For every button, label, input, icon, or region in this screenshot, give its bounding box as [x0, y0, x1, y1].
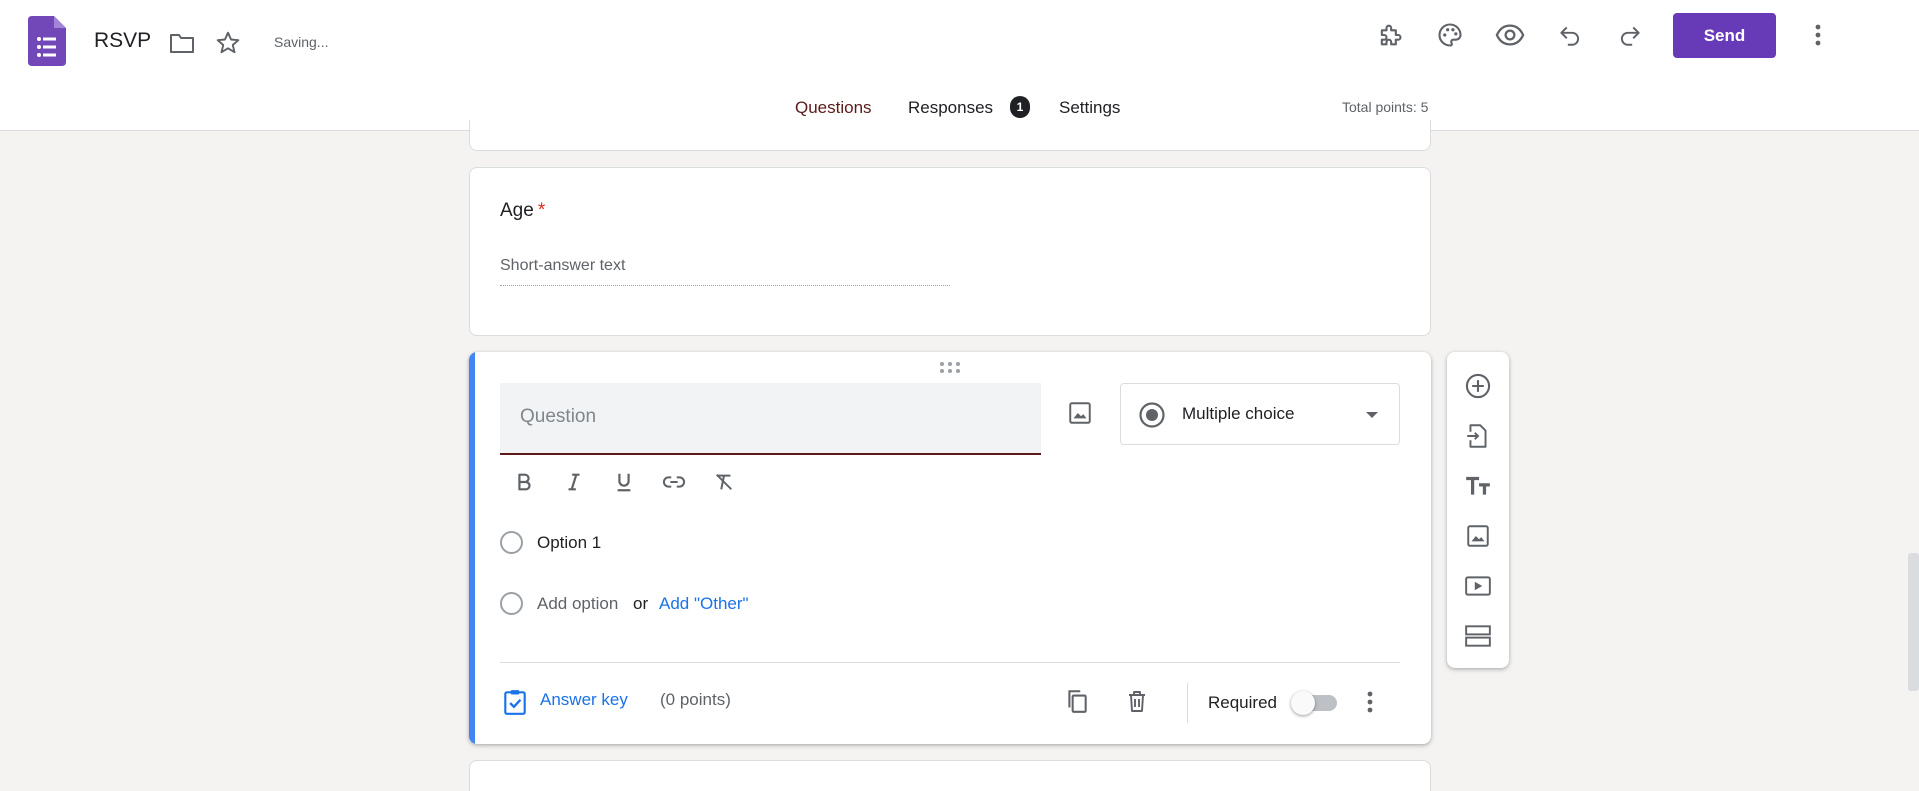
save-status: Saving... — [274, 34, 329, 50]
radio-button-checked-icon — [1139, 402, 1165, 428]
required-toggle[interactable] — [1291, 691, 1337, 715]
addons-puzzle-icon[interactable] — [1375, 20, 1405, 50]
italic-icon[interactable] — [559, 467, 589, 497]
add-other-link[interactable]: Add "Other" — [659, 594, 749, 614]
underline-icon[interactable] — [609, 467, 639, 497]
delete-icon[interactable] — [1122, 686, 1152, 716]
short-answer-placeholder: Short-answer text — [500, 257, 950, 286]
add-video-icon[interactable] — [1459, 567, 1497, 605]
footer-vertical-divider — [1187, 683, 1188, 723]
folder-icon[interactable] — [168, 30, 196, 56]
drag-handle-icon[interactable] — [937, 361, 963, 375]
toggle-thumb — [1291, 691, 1315, 715]
forms-logo-icon[interactable] — [28, 16, 66, 66]
side-toolbar — [1447, 352, 1509, 668]
bold-icon[interactable] — [509, 467, 539, 497]
dropdown-arrow-icon — [1366, 412, 1378, 418]
add-option-radio — [500, 592, 523, 615]
form-title[interactable]: RSVP — [94, 29, 151, 53]
active-card-accent — [469, 352, 475, 744]
link-icon[interactable] — [659, 467, 689, 497]
send-button[interactable]: Send — [1673, 13, 1776, 58]
undo-icon[interactable] — [1555, 20, 1585, 50]
add-option-link[interactable]: Add option — [537, 594, 618, 614]
required-label: Required — [1208, 693, 1277, 712]
question-card-previous[interactable] — [469, 120, 1431, 151]
answer-key-link[interactable]: Answer key — [540, 690, 628, 710]
answer-key-icon[interactable] — [500, 687, 530, 717]
responses-count-badge: 1 — [1010, 96, 1030, 118]
question-title-age: Age * — [500, 200, 546, 221]
question-card-next[interactable] — [469, 760, 1431, 791]
duplicate-icon[interactable] — [1062, 686, 1092, 716]
question-type-label: Multiple choice — [1182, 404, 1295, 423]
add-title-icon[interactable] — [1459, 467, 1497, 505]
question-input[interactable]: Question — [500, 383, 1041, 455]
clear-format-icon[interactable] — [709, 467, 739, 497]
app-header: RSVP Saving... Send Questions Responses … — [0, 0, 1919, 131]
add-image-to-question-icon[interactable] — [1064, 397, 1096, 429]
question-more-icon[interactable] — [1357, 687, 1383, 717]
card-footer-divider — [500, 662, 1400, 663]
add-image-icon[interactable] — [1459, 517, 1497, 555]
redo-icon[interactable] — [1615, 20, 1645, 50]
option-radio — [500, 531, 523, 554]
palette-icon[interactable] — [1435, 20, 1465, 50]
preview-eye-icon[interactable] — [1495, 20, 1525, 50]
required-asterisk: * — [537, 200, 546, 221]
more-vert-icon[interactable] — [1803, 20, 1833, 50]
question-points: (0 points) — [660, 690, 731, 709]
question-type-dropdown[interactable]: Multiple choice — [1120, 383, 1400, 445]
add-section-icon[interactable] — [1459, 617, 1497, 655]
total-points: Total points: 5 — [1342, 99, 1429, 115]
page-scrollbar-thumb[interactable] — [1908, 553, 1919, 691]
or-text: or — [633, 594, 649, 613]
add-question-icon[interactable] — [1459, 367, 1497, 405]
option-1-label[interactable]: Option 1 — [537, 533, 601, 553]
import-questions-icon[interactable] — [1459, 417, 1497, 455]
star-icon[interactable] — [214, 29, 242, 57]
question-card-age[interactable] — [469, 167, 1431, 336]
